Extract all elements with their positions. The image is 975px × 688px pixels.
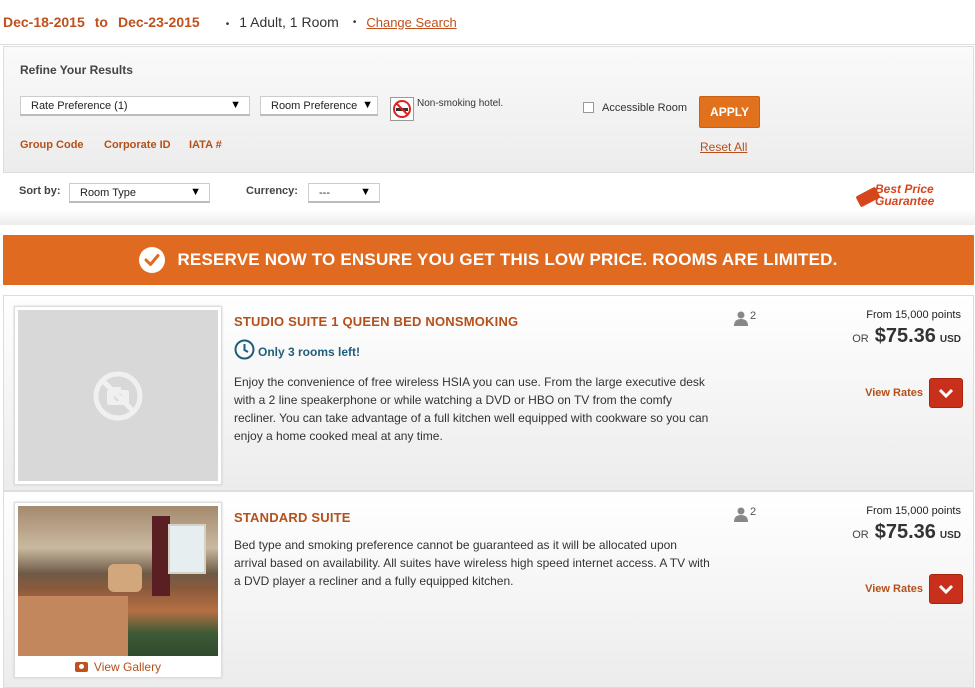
- view-rates-button[interactable]: [929, 574, 963, 604]
- limited-rooms-banner: RESERVE NOW TO ENSURE YOU GET THIS LOW P…: [3, 235, 974, 285]
- refine-title: Refine Your Results: [20, 63, 133, 77]
- view-rates-control[interactable]: View Rates: [865, 574, 963, 604]
- no-photo-icon: [93, 371, 143, 420]
- clock-icon: [234, 339, 255, 360]
- no-smoking-icon: [390, 97, 414, 121]
- cash-price: $75.36: [874, 521, 936, 543]
- banner-text: RESERVE NOW TO ENSURE YOU GET THIS LOW P…: [177, 250, 838, 269]
- or-label: OR: [852, 333, 869, 345]
- room-card: STUDIO SUITE 1 QUEEN BED NONSMOKING Only…: [3, 295, 974, 491]
- room-title[interactable]: STUDIO SUITE 1 QUEEN BED NONSMOKING: [234, 314, 518, 329]
- currency-select[interactable]: --- ▼: [308, 183, 380, 203]
- room-description: Bed type and smoking preference cannot b…: [234, 538, 710, 588]
- search-summary-bar: Dec-18-2015 to Dec-23-2015 • 1 Adult, 1 Roo…: [0, 0, 975, 45]
- occupancy-count: 2: [750, 310, 757, 322]
- room-description: Enjoy the convenience of free wireless H…: [234, 375, 709, 443]
- view-gallery-label[interactable]: View Gallery: [94, 660, 161, 674]
- rooms-left-text: Only 3 rooms left!: [258, 344, 361, 359]
- room-preference-value: Room Preference: [271, 99, 358, 112]
- change-search-link[interactable]: Change Search: [366, 15, 456, 30]
- price-block: From 15,000 points OR $75.36 USD: [831, 505, 961, 544]
- camera-icon: [74, 662, 88, 672]
- dropdown-arrow-icon: ▼: [230, 99, 241, 111]
- view-rates-control[interactable]: View Rates: [865, 378, 963, 408]
- guest-count: 1 Adult, 1 Room: [239, 14, 339, 30]
- badge-line-2: Guarantee: [875, 194, 935, 208]
- chevron-down-icon: [938, 584, 954, 594]
- rate-preference-value: Rate Preference (1): [31, 99, 128, 112]
- accessible-room-checkbox[interactable]: [583, 102, 594, 113]
- dropdown-arrow-icon: ▼: [362, 99, 373, 111]
- room-title[interactable]: STANDARD SUITE: [234, 510, 351, 525]
- dates-to-label: to: [94, 14, 108, 30]
- refine-results-panel: Refine Your Results Rate Preference (1) …: [3, 46, 974, 173]
- chevron-down-icon: [938, 388, 954, 398]
- occupancy-count: 2: [750, 506, 757, 518]
- separator-bullet: •: [225, 19, 230, 30]
- reset-all-link[interactable]: Reset All: [700, 140, 747, 154]
- rate-preference-select[interactable]: Rate Preference (1) ▼: [20, 96, 250, 116]
- currency-label: Currency:: [246, 185, 298, 197]
- view-rates-label[interactable]: View Rates: [865, 583, 923, 595]
- dropdown-arrow-icon: ▼: [190, 186, 201, 198]
- iata-link[interactable]: IATA #: [189, 139, 222, 151]
- occupancy: 2: [733, 310, 756, 326]
- checkmark-icon: [139, 247, 166, 273]
- no-image-placeholder: [18, 310, 218, 481]
- non-smoking-label: Non-smoking hotel.: [417, 98, 504, 109]
- guest-summary: • 1 Adult, 1 Room: [226, 14, 339, 30]
- currency-code: USD: [939, 334, 961, 345]
- occupancy: 2: [733, 506, 756, 522]
- view-gallery-link[interactable]: View Gallery: [18, 660, 218, 674]
- cash-price: $75.36: [874, 325, 936, 347]
- points-price: From 15,000 points: [866, 309, 961, 321]
- currency-value: ---: [319, 186, 330, 199]
- sort-by-select[interactable]: Room Type ▼: [69, 183, 210, 203]
- view-rates-label[interactable]: View Rates: [865, 387, 923, 399]
- view-rates-button[interactable]: [929, 378, 963, 408]
- sort-by-label: Sort by:: [19, 185, 61, 197]
- room-image-frame: View Gallery: [14, 502, 222, 678]
- cash-price-line: OR $75.36 USD: [831, 521, 961, 544]
- currency-code: USD: [939, 530, 961, 541]
- best-price-guarantee-badge[interactable]: Best Price Guarantee: [855, 183, 957, 213]
- sort-bar: Sort by: Room Type ▼ Currency: --- ▼ Bes…: [0, 175, 975, 225]
- corporate-id-link[interactable]: Corporate ID: [104, 139, 171, 151]
- points-price: From 15,000 points: [866, 505, 961, 517]
- person-icon: [734, 311, 748, 326]
- accessible-room-label: Accessible Room: [602, 102, 687, 114]
- search-dates: Dec-18-2015 to Dec-23-2015: [3, 14, 200, 30]
- room-image-frame: [14, 306, 222, 485]
- room-preference-select[interactable]: Room Preference ▼: [260, 96, 378, 116]
- group-code-link[interactable]: Group Code: [20, 139, 84, 151]
- separator-bullet: •: [352, 16, 357, 28]
- apply-button[interactable]: APPLY: [699, 96, 760, 128]
- room-card: View Gallery STANDARD SUITE Bed type and…: [3, 491, 974, 688]
- sort-by-value: Room Type: [80, 186, 137, 199]
- check-in-date: Dec-18-2015: [3, 14, 85, 30]
- person-icon: [734, 507, 748, 522]
- best-price-guarantee-text: Best Price Guarantee: [875, 183, 934, 207]
- check-out-date: Dec-23-2015: [117, 14, 200, 30]
- price-block: From 15,000 points OR $75.36 USD: [831, 309, 961, 348]
- availability-notice: Only 3 rooms left!: [234, 339, 360, 360]
- or-label: OR: [852, 529, 869, 541]
- room-photo[interactable]: [18, 506, 218, 656]
- dropdown-arrow-icon: ▼: [360, 186, 371, 198]
- cash-price-line: OR $75.36 USD: [831, 325, 961, 348]
